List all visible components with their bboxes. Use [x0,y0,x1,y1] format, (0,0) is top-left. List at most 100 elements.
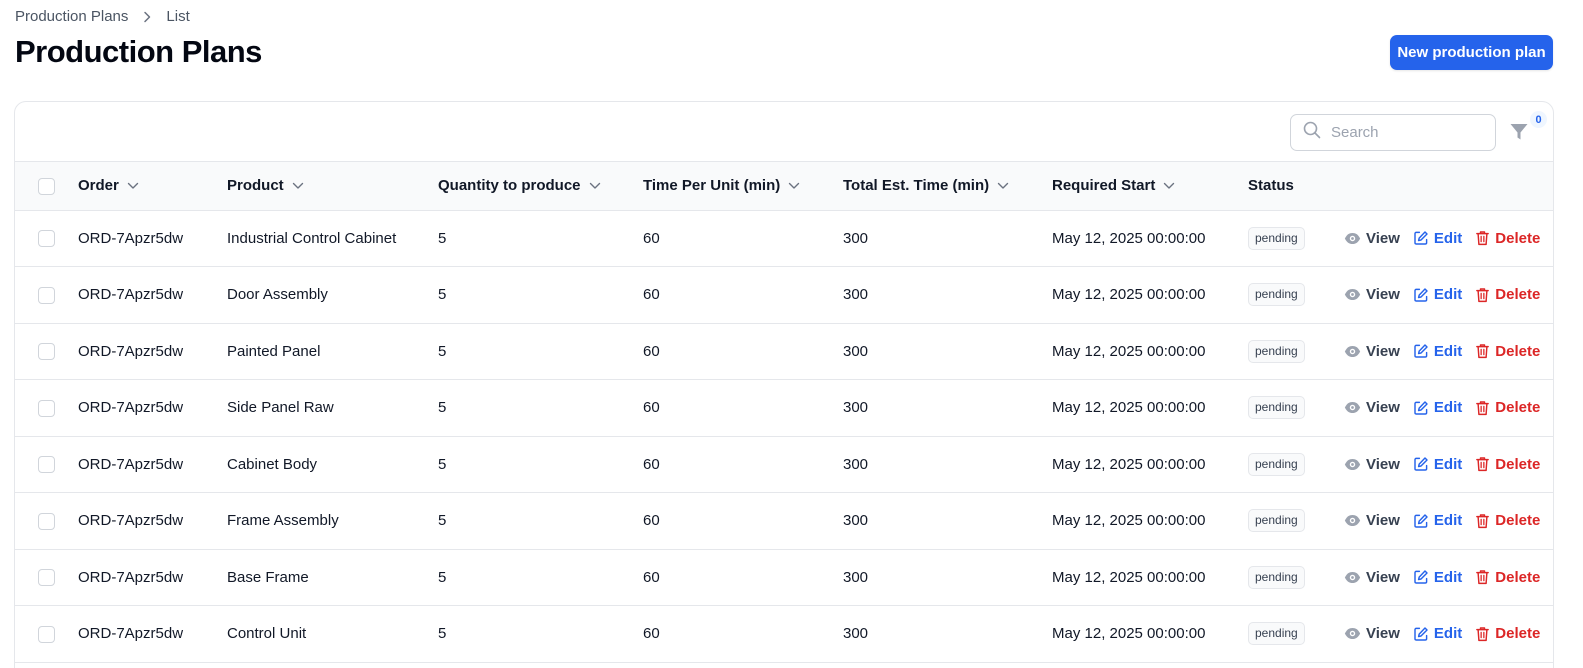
chevron-down-icon [589,182,600,189]
filter-count-badge: 0 [1530,111,1547,128]
cell-required-start: May 12, 2025 00:00:00 [1052,568,1206,586]
cell-product: Side Panel Raw [227,399,334,417]
delete-button[interactable]: Delete [1475,456,1540,473]
row-checkbox[interactable] [38,399,55,417]
table-row[interactable]: ORD-7Apzr5dw Side Panel Raw 5 60 300 May 12, … [15,380,1553,436]
table-row[interactable]: ORD-7Apzr5dw Frame Assembly 5 60 300 May 12, … [15,493,1553,549]
cell-required-start: May 12, 2025 00:00:00 [1052,625,1206,643]
edit-button[interactable]: Edit [1413,343,1462,360]
table-row[interactable]: ORD-7Apzr5dw Control Unit 5 60 300 May 12, 20… [15,606,1553,662]
search-box[interactable] [1290,114,1496,151]
table-row[interactable]: ORD-7Apzr5dw Door Assembly 5 60 300 May 12, 2… [15,267,1553,323]
trash-icon [1475,456,1490,472]
row-checkbox[interactable] [38,456,55,474]
view-label: View [1366,455,1400,473]
cell-quantity: 5 [438,455,447,473]
cell-time-per-unit: 60 [643,455,660,473]
status-badge: pending [1248,226,1305,250]
delete-button[interactable]: Delete [1475,230,1540,247]
edit-button[interactable]: Edit [1413,625,1462,642]
row-checkbox[interactable] [38,343,55,361]
chevron-right-icon [138,11,156,23]
delete-label: Delete [1495,229,1541,247]
table-row[interactable]: ORD-7Apzr5dw Industrial Control Cabinet 5 6… [15,210,1553,267]
new-production-plan-button[interactable]: New production plan [1390,35,1553,70]
trash-icon [1475,287,1490,303]
cell-total-time: 300 [843,568,869,586]
column-header-total-time[interactable]: Total Est. Time (min) [843,177,1009,194]
breadcrumb: Production Plans List [15,8,190,25]
edit-button[interactable]: Edit [1413,512,1462,529]
column-header-required-start[interactable]: Required Start [1052,177,1175,194]
column-header-order[interactable]: Order [78,177,139,194]
row-actions: View Edit Delete [1344,456,1553,473]
view-label: View [1366,286,1400,304]
table-row[interactable]: ORD-7Apzr5dw Cabinet Body 5 60 300 May 12, 20… [15,436,1553,493]
table-row[interactable]: ORD-7Apzr5dw Base Frame 5 60 300 May 12, 2025… [15,549,1553,606]
delete-button[interactable]: Delete [1475,343,1540,360]
delete-button[interactable]: Delete [1475,569,1540,586]
cell-order: ORD-7Apzr5dw [78,512,184,530]
search-input[interactable] [1331,124,1481,141]
status-badge: pending [1248,565,1305,589]
edit-label: Edit [1433,512,1463,530]
cell-required-start: May 12, 2025 00:00:00 [1052,229,1206,247]
edit-button[interactable]: Edit [1413,569,1462,586]
delete-button[interactable]: Delete [1475,286,1540,303]
row-checkbox[interactable] [38,512,55,530]
view-button[interactable]: View [1344,456,1400,473]
trash-icon [1475,343,1490,359]
row-actions: View Edit Delete [1344,286,1553,303]
column-header-product[interactable]: Product [227,177,304,194]
view-button[interactable]: View [1344,399,1400,416]
cell-quantity: 5 [438,568,447,586]
edit-label: Edit [1433,342,1463,360]
edit-button[interactable]: Edit [1413,456,1462,473]
status-badge: pending [1248,339,1305,363]
view-button[interactable]: View [1344,286,1400,303]
table-body: ORD-7Apzr5dw Industrial Control Cabinet 5 6… [15,210,1553,662]
row-checkbox[interactable] [38,569,55,587]
table-header-row: Order Product Quantity to produce Time P… [15,162,1553,210]
edit-button[interactable]: Edit [1413,230,1462,247]
row-checkbox[interactable] [38,230,55,248]
delete-label: Delete [1495,286,1541,304]
status-badge: pending [1248,622,1305,646]
cell-quantity: 5 [438,342,447,360]
cell-time-per-unit: 60 [643,286,660,304]
edit-button[interactable]: Edit [1413,286,1462,303]
edit-icon [1413,626,1429,642]
cell-product: Cabinet Body [227,455,318,473]
view-button[interactable]: View [1344,625,1400,642]
eye-icon [1344,343,1361,360]
view-button[interactable]: View [1344,343,1400,360]
edit-icon [1413,400,1429,416]
row-checkbox[interactable] [38,286,55,304]
cell-order: ORD-7Apzr5dw [78,568,184,586]
cell-time-per-unit: 60 [643,229,660,247]
select-all-checkbox[interactable] [38,177,55,195]
filter-icon[interactable] [1509,122,1531,144]
cell-time-per-unit: 60 [643,512,660,530]
delete-button[interactable]: Delete [1475,625,1540,642]
view-button[interactable]: View [1344,230,1400,247]
column-header-quantity[interactable]: Quantity to produce [438,177,601,194]
view-button[interactable]: View [1344,569,1400,586]
row-actions: View Edit Delete [1344,343,1553,360]
cell-required-start: May 12, 2025 00:00:00 [1052,342,1206,360]
view-button[interactable]: View [1344,512,1400,529]
trash-icon [1475,626,1490,642]
chevron-down-icon [997,182,1009,189]
edit-button[interactable]: Edit [1413,399,1462,416]
row-checkbox[interactable] [38,625,55,643]
column-header-time-per-unit[interactable]: Time Per Unit (min) [643,177,800,194]
edit-icon [1413,230,1429,246]
delete-button[interactable]: Delete [1475,512,1540,529]
delete-button[interactable]: Delete [1475,399,1540,416]
cell-total-time: 300 [843,286,869,304]
table-row[interactable]: ORD-7Apzr5dw Painted Panel 5 60 300 May 12, 2… [15,323,1553,380]
edit-icon [1413,287,1429,303]
eye-icon [1344,625,1361,642]
breadcrumb-link-production-plans[interactable]: Production Plans [15,8,128,25]
trash-icon [1475,569,1490,585]
